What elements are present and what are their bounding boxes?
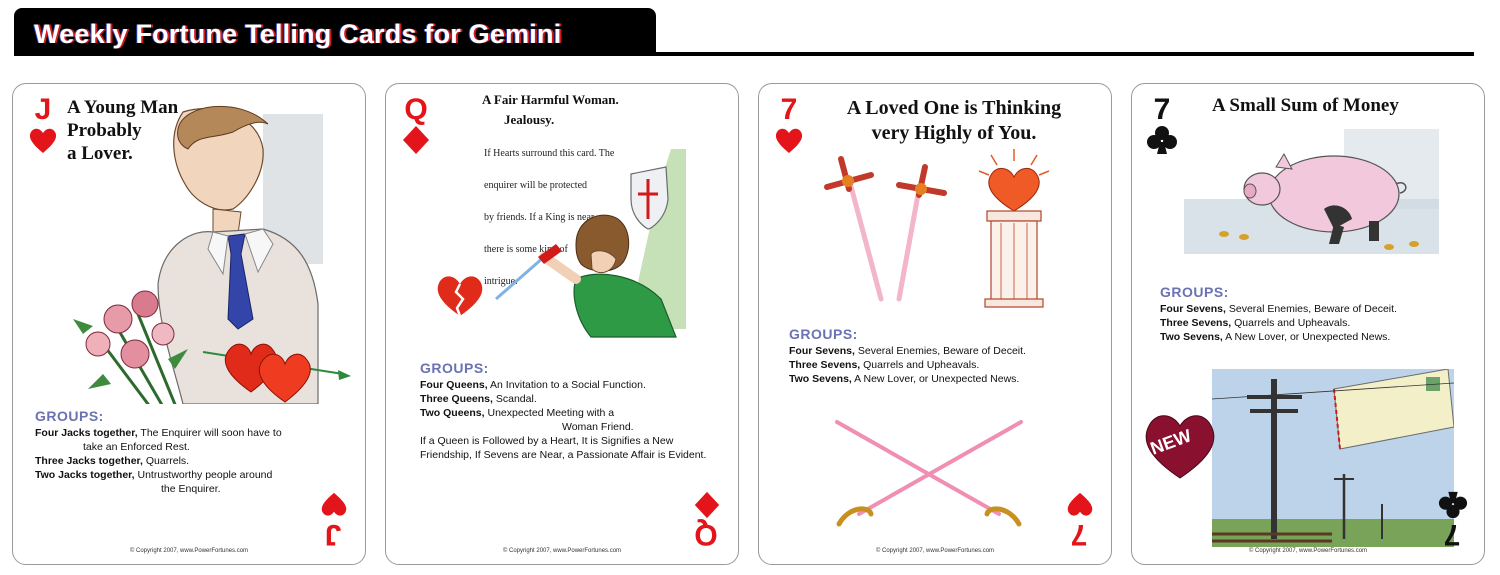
groups-section: GROUPS: Four Jacks together, The Enquire… [35,408,355,496]
card-jack-of-hearts[interactable]: J A Young Man Probably a Lover. GROUPS: … [12,83,366,565]
groups-section: GROUPS: Four Queens, An Invitation to a … [420,360,730,462]
group-extra: If a Queen is Followed by a Heart, It is… [420,435,707,461]
piggy-bank-illustration [1184,129,1439,254]
copyright-text: © Copyright 2007, www.PowerFortunes.com [129,548,249,554]
crossed-swords-illustration [835,420,1023,527]
groups-heading: GROUPS: [789,326,858,342]
groups-section: GROUPS: Four Sevens, Several Enemies, Be… [1160,284,1475,344]
card-rank: 7 [1153,93,1171,126]
group-line: Three Queens, Scandal. [420,393,537,405]
card-seven-of-hearts[interactable]: 7 A Loved One is Thinking very Highly of… [758,83,1112,565]
club-suit-icon [1438,491,1468,519]
card-title: A Fair Harmful Woman. [482,92,619,107]
card-title: A Loved One is Thinking very Highly of Y… [846,97,1062,144]
card-title: A Small Sum of Money [1212,95,1399,116]
page-title: Weekly Fortune Telling Cards for Gemini [34,19,562,49]
card-rank-bottom: 7 [1070,518,1088,551]
group-line: Three Sevens, Quarrels and Upheavals. [1160,317,1351,329]
heart-suit-icon [321,492,347,516]
card-subtitle: Jealousy. [504,112,555,127]
broken-heart-icon [437,276,483,317]
group-line: Four Jacks together, The Enquirer will s… [35,427,282,453]
heart-pillar [978,149,1050,308]
group-line: Four Queens, An Invitation to a Social F… [420,379,646,391]
group-line: Two Jacks together, Untrustworthy people… [35,469,273,495]
card-rank: J [34,93,52,126]
copyright-text: © Copyright 2007, www.PowerFortunes.com [875,548,995,554]
groups-section: GROUPS: Four Sevens, Several Enemies, Be… [789,326,1099,386]
group-line: Four Sevens, Several Enemies, Beware of … [789,345,1026,357]
groups-heading: GROUPS: [1160,284,1229,300]
heart-suit-icon [1067,492,1093,516]
club-suit-icon [1147,126,1177,154]
heart-suit-icon [775,128,803,153]
card-rank: Q [404,93,428,126]
hearts-with-arrow [203,343,351,403]
copyright-text: © Copyright 2007, www.PowerFortunes.com [1248,548,1368,554]
group-line: Three Jacks together, Quarrels. [35,455,190,467]
card-rank-bottom: J [324,518,342,551]
group-line: Two Sevens, A New Lover, or Unexpected N… [789,373,1020,385]
sword-left [824,156,884,302]
telegraph-pole-illustration [1212,369,1454,547]
groups-heading: GROUPS: [420,360,489,376]
diamond-suit-icon [694,491,720,519]
card-queen-of-diamonds[interactable]: Q A Fair Harmful Woman. Jealousy. If Hea… [385,83,739,565]
card-seven-of-clubs[interactable]: 7 A Small Sum of Money GROUPS: Four Seve… [1131,83,1485,565]
copyright-text: © Copyright 2007, www.PowerFortunes.com [502,548,622,554]
swords-and-pillar-illustration [824,149,1050,308]
card-rank-bottom: Q [694,518,718,551]
card-rank-bottom: 7 [1443,518,1461,551]
heart-suit-icon [29,128,57,153]
group-line: Four Sevens, Several Enemies, Beware of … [1160,303,1397,315]
groups-heading: GROUPS: [35,408,104,424]
group-line: Three Sevens, Quarrels and Upheavals. [789,359,980,371]
sword-right [896,164,947,302]
card-rank: 7 [780,93,798,126]
group-line: Two Sevens, A New Lover, or Unexpected N… [1160,331,1391,343]
group-line: Two Queens, Unexpected Meeting with a Wom… [420,407,634,433]
header-rule [14,52,1474,56]
